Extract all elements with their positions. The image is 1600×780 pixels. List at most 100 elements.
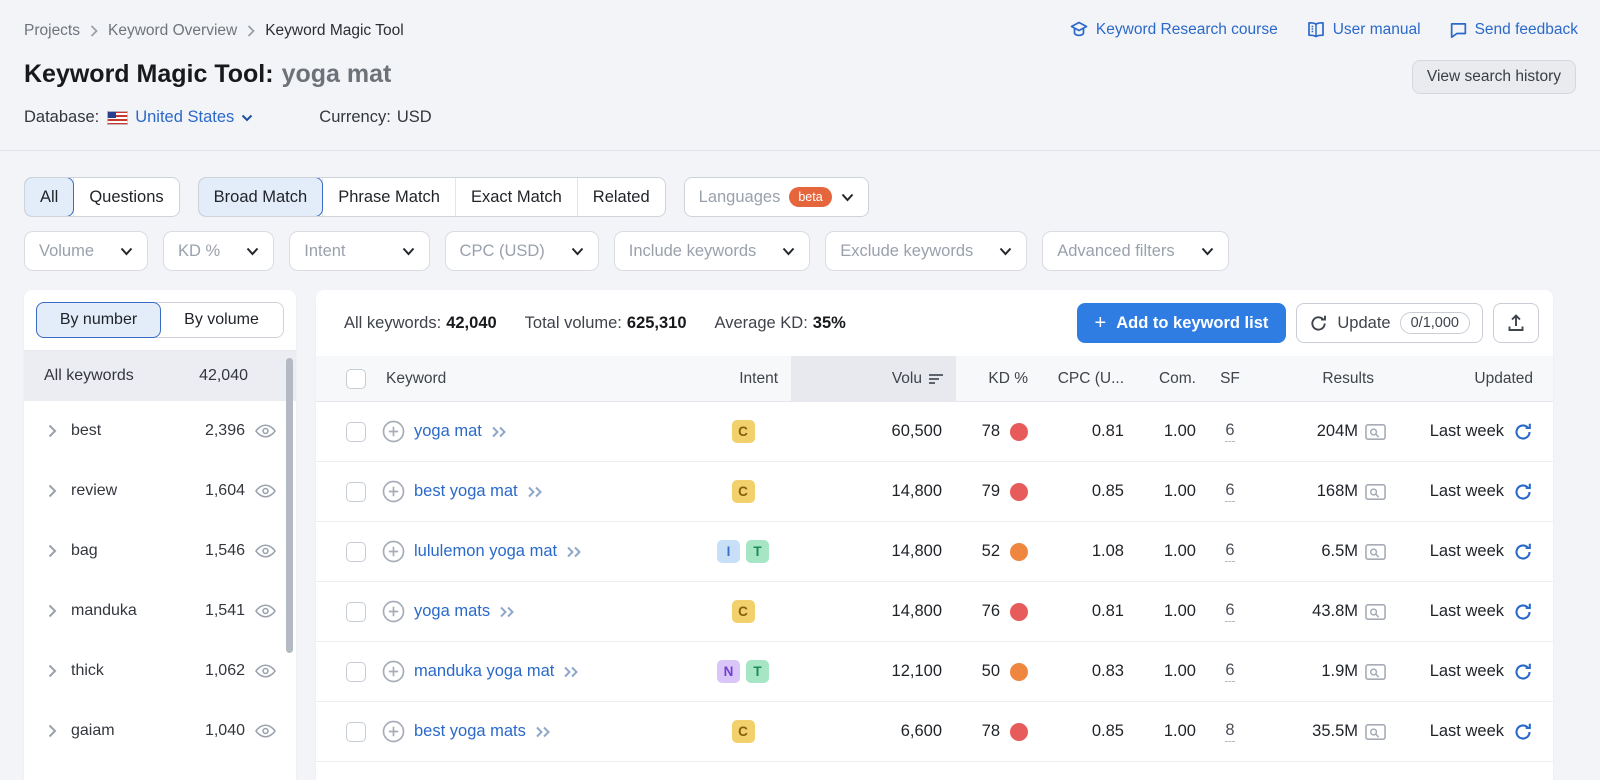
column-sf[interactable]: SF [1210,356,1250,401]
advanced-filters[interactable]: Advanced filters [1042,231,1228,271]
tab-exact-match[interactable]: Exact Match [455,178,577,216]
chevron-right-icon[interactable] [48,664,57,678]
row-checkbox[interactable] [346,662,366,682]
refresh-metrics-icon[interactable] [1513,722,1533,742]
keyword-link[interactable]: best yoga mat [414,482,518,501]
eye-icon[interactable] [255,664,276,678]
select-all-checkbox[interactable] [346,369,366,389]
tab-broad-match[interactable]: Broad Match [198,177,324,217]
column-com[interactable]: Com. [1132,356,1196,401]
eye-icon[interactable] [255,484,276,498]
view-search-history-button[interactable]: View search history [1412,60,1576,94]
tab-by-number[interactable]: By number [36,302,161,338]
sidebar-group-thick[interactable]: thick 1,062 [24,641,296,701]
include-keywords-filter[interactable]: Include keywords [614,231,810,271]
chevron-right-icon[interactable] [48,424,57,438]
expand-keyword-double-chevron-icon[interactable] [563,665,580,679]
column-updated[interactable]: Updated [1383,356,1533,401]
expand-keyword-double-chevron-icon[interactable] [527,485,544,499]
sidebar-group-best[interactable]: best 2,396 [24,401,296,461]
database-selector[interactable]: United States [107,108,253,127]
expand-keyword-double-chevron-icon[interactable] [535,725,552,739]
sidebar-group-bag[interactable]: bag 1,546 [24,521,296,581]
column-volume[interactable]: Volu [791,356,956,401]
keyword-link[interactable]: yoga mat [414,422,482,441]
sf-value[interactable]: 6 [1225,481,1234,502]
add-keyword-plus-icon[interactable] [382,420,405,443]
update-button[interactable]: Update 0/1,000 [1296,303,1483,343]
filter-label: Volume [39,242,94,261]
add-keyword-plus-icon[interactable] [382,600,405,623]
row-checkbox[interactable] [346,722,366,742]
sidebar-all-keywords-row[interactable]: All keywords 42,040 [24,351,296,401]
breadcrumb-projects[interactable]: Projects [24,22,80,40]
user-manual-link[interactable]: User manual [1306,20,1421,40]
refresh-metrics-icon[interactable] [1513,482,1533,502]
row-checkbox[interactable] [346,422,366,442]
sidebar-group-gaiam[interactable]: gaiam 1,040 [24,701,296,761]
expand-keyword-double-chevron-icon[interactable] [491,425,508,439]
column-keyword[interactable]: Keyword [386,356,446,401]
keyword-link[interactable]: manduka yoga mat [414,662,554,681]
send-feedback-link[interactable]: Send feedback [1449,21,1578,40]
group-label: best [71,422,101,440]
expand-keyword-double-chevron-icon[interactable] [566,545,583,559]
refresh-metrics-icon[interactable] [1513,602,1533,622]
sidebar-group-review[interactable]: review 1,604 [24,461,296,521]
results-cell: 168M [1260,462,1386,521]
cpc-filter[interactable]: CPC (USD) [445,231,599,271]
tab-questions[interactable]: Questions [73,178,178,216]
chevron-right-icon[interactable] [48,544,57,558]
tab-phrase-match[interactable]: Phrase Match [322,178,455,216]
add-keyword-plus-icon[interactable] [382,540,405,563]
sf-value[interactable]: 6 [1225,661,1234,682]
column-results[interactable]: Results [1260,356,1374,401]
us-flag-icon [107,111,128,125]
kd-filter[interactable]: KD % [163,231,274,271]
sf-value[interactable]: 6 [1225,541,1234,562]
sf-value[interactable]: 6 [1225,421,1234,442]
refresh-metrics-icon[interactable] [1513,662,1533,682]
eye-icon[interactable] [255,724,276,738]
keyword-link[interactable]: best yoga mats [414,722,526,741]
keyword-research-course-link[interactable]: Keyword Research course [1069,20,1278,40]
sf-value[interactable]: 8 [1225,721,1234,742]
volume-filter[interactable]: Volume [24,231,148,271]
expand-keyword-double-chevron-icon[interactable] [499,605,516,619]
row-checkbox[interactable] [346,602,366,622]
sf-value[interactable]: 6 [1225,601,1234,622]
add-keyword-plus-icon[interactable] [382,480,405,503]
tab-by-volume[interactable]: By volume [160,303,283,337]
exclude-keywords-filter[interactable]: Exclude keywords [825,231,1027,271]
keyword-link[interactable]: yoga mats [414,602,490,621]
row-checkbox[interactable] [346,542,366,562]
eye-icon[interactable] [255,604,276,618]
com-value: 1.00 [1132,642,1196,701]
chevron-right-icon[interactable] [48,484,57,498]
filter-label: Intent [304,242,345,261]
add-keyword-plus-icon[interactable] [382,660,405,683]
add-to-keyword-list-button[interactable]: +Add to keyword list [1077,303,1287,343]
column-intent[interactable]: Intent [696,356,778,401]
chevron-right-icon[interactable] [48,724,57,738]
refresh-metrics-icon[interactable] [1513,542,1533,562]
refresh-metrics-icon[interactable] [1513,422,1533,442]
row-checkbox[interactable] [346,482,366,502]
sidebar-group-manduka[interactable]: manduka 1,541 [24,581,296,641]
updated-value: Last week [1430,482,1504,501]
kd-value: 78 [982,722,1000,741]
intent-filter[interactable]: Intent [289,231,429,271]
eye-icon[interactable] [255,424,276,438]
languages-dropdown[interactable]: Languages beta [684,177,869,217]
export-button[interactable] [1493,303,1539,343]
tab-all[interactable]: All [24,177,74,217]
keyword-link[interactable]: lululemon yoga mat [414,542,557,561]
chevron-right-icon[interactable] [48,604,57,618]
breadcrumb-keyword-overview[interactable]: Keyword Overview [108,22,237,40]
tab-related[interactable]: Related [577,178,665,216]
column-cpc[interactable]: CPC (U... [1048,356,1124,401]
eye-icon[interactable] [255,544,276,558]
sidebar-scrollbar[interactable] [286,358,293,653]
column-kd[interactable]: KD % [956,356,1028,401]
add-keyword-plus-icon[interactable] [382,720,405,743]
